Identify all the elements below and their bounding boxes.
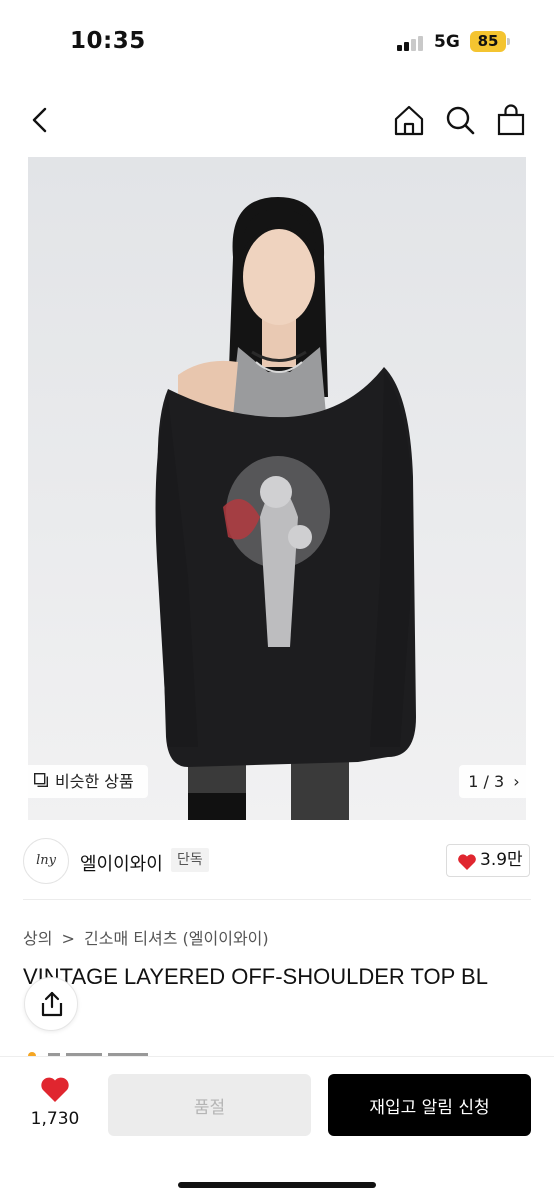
home-indicator [178,1182,376,1188]
brand-row: lny 엘이이와이 단독 3.9만 [0,830,554,900]
share-button[interactable] [24,977,78,1031]
similar-icon [34,773,48,787]
share-icon [41,991,63,1017]
brand-logo[interactable]: lny [23,838,69,884]
bottom-action-bar: 1,730 품절 재입고 알림 신청 [0,1056,554,1200]
product-image[interactable] [28,157,526,820]
wishlist-count: 1,730 [30,1109,80,1129]
shopping-bag-icon[interactable] [493,102,529,138]
search-icon[interactable] [442,102,478,138]
sold-out-button[interactable]: 품절 [108,1074,311,1136]
similar-products-button[interactable]: 비슷한 상품 [23,765,148,798]
status-bar: 10:35 5G 85 [0,0,554,84]
page-indicator-text: 1 / 3 [468,772,505,791]
product-photo [28,157,526,820]
brand-like-count: 3.9만 [480,850,523,870]
divider [23,899,531,900]
breadcrumb-item-subcategory[interactable]: 긴소매 티셔츠 (엘이이와이) [84,929,269,948]
signal-icon [397,35,425,51]
home-icon[interactable] [391,102,427,138]
network-label: 5G [434,32,460,52]
product-title: VINTAGE LAYERED OFF-SHOULDER TOP BL [23,964,488,989]
exclusive-badge: 단독 [171,848,209,872]
heart-icon [458,854,476,870]
back-icon[interactable] [22,102,58,138]
heart-filled-icon [41,1077,69,1102]
brand-like-button[interactable]: 3.9만 [446,844,530,877]
chevron-right-icon: › [513,772,520,791]
restock-alert-button[interactable]: 재입고 알림 신청 [328,1074,531,1136]
wishlist-button[interactable]: 1,730 [24,1076,86,1136]
battery-nub [507,38,510,45]
breadcrumb-item-category[interactable]: 상의 [23,929,52,948]
breadcrumb-separator-icon: > [61,929,75,948]
battery-icon: 85 [470,31,506,52]
breadcrumb: 상의 > 긴소매 티셔츠 (엘이이와이) [23,925,269,949]
image-page-indicator[interactable]: 1 / 3 › [459,765,529,798]
status-time: 10:35 [70,28,146,54]
top-nav [0,90,554,150]
similar-products-label: 비슷한 상품 [55,772,134,791]
brand-name[interactable]: 엘이이와이 [80,850,163,876]
